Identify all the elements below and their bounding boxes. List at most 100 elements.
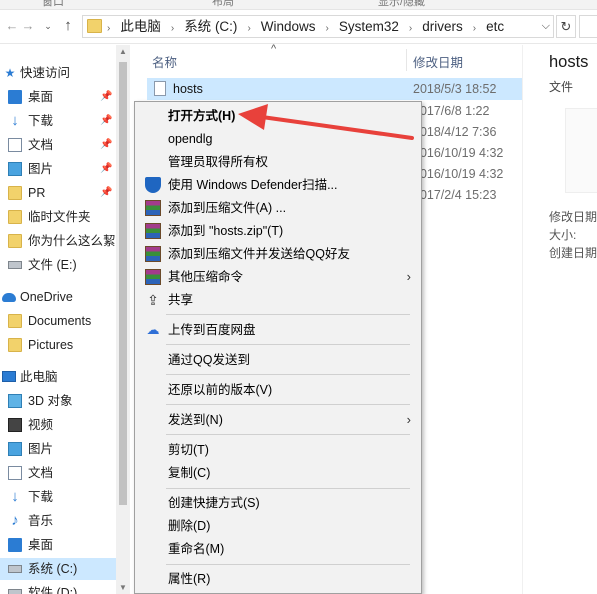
menu-item-opendlg[interactable]: opendlg (137, 128, 419, 150)
baidu-netdisk-icon: ☁ (146, 322, 160, 337)
breadcrumb: › 此电脑 › 系统 (C:) › Windows › System32 › drivers › et… (107, 19, 505, 34)
winrar-icon (145, 246, 161, 262)
menu-item-cut[interactable]: 剪切(T) (137, 439, 419, 461)
sidebar-scrollbar[interactable]: ▲ ▼ (116, 45, 130, 594)
winrar-icon (145, 269, 161, 285)
ribbon-tab[interactable]: 窗口 (42, 0, 64, 9)
menu-item-send-to[interactable]: 发送到(N) › (137, 409, 419, 431)
menu-item-baidu-upload[interactable]: ☁ 上传到百度网盘 (137, 319, 419, 341)
breadcrumb-item[interactable]: etc (486, 19, 504, 34)
menu-item-share[interactable]: ⇪ 共享 (137, 289, 419, 311)
menu-separator (166, 314, 410, 315)
pin-icon[interactable]: 📌 (100, 110, 112, 132)
sidebar-item-pc-desktop[interactable]: 桌面 (0, 534, 116, 556)
search-box[interactable] (579, 15, 597, 38)
sidebar-item-drive-d[interactable]: 软件 (D:) (0, 582, 116, 594)
drive-icon (8, 261, 22, 269)
sidebar-item-temp-folder[interactable]: 临时文件夹 (0, 206, 116, 228)
download-icon: ↓ (11, 488, 19, 505)
menu-item-compress-send-qq[interactable]: 添加到压缩文件并发送给QQ好友 (137, 243, 419, 265)
menu-item-add-to-zip[interactable]: 添加到 "hosts.zip"(T) (137, 220, 419, 242)
column-header-date[interactable]: 修改日期 (413, 52, 463, 71)
scrollbar-thumb[interactable] (119, 62, 127, 505)
sidebar-item-onedrive-documents[interactable]: Documents (0, 310, 116, 332)
sidebar-item-desktop[interactable]: 桌面 📌 (0, 86, 116, 108)
pin-icon[interactable]: 📌 (100, 182, 112, 204)
chevron-down-icon[interactable]: ⌄ (40, 18, 56, 34)
videos-icon (8, 418, 22, 432)
details-modified-label: 修改日期 (549, 210, 597, 224)
menu-item-create-shortcut[interactable]: 创建快捷方式(S) (137, 492, 419, 514)
sidebar-item-pc-documents[interactable]: 文档 (0, 462, 116, 484)
breadcrumb-item[interactable]: System32 (339, 19, 399, 34)
sidebar-item-drive-c[interactable]: 系统 (C:) (0, 558, 116, 580)
menu-separator (166, 404, 410, 405)
ribbon-tab[interactable]: 布局 (212, 0, 234, 9)
pictures-icon (8, 162, 22, 176)
pictures-icon (8, 442, 22, 456)
details-type: 文件 (549, 80, 574, 94)
menu-separator (166, 374, 410, 375)
ribbon-tab[interactable]: 显示/隐藏 (378, 0, 425, 9)
windows-defender-icon (145, 177, 161, 193)
address-history-dropdown[interactable]: ⌵ (542, 16, 550, 37)
sidebar-item-onedrive-pictures[interactable]: Pictures (0, 334, 116, 356)
menu-item-delete[interactable]: 删除(D) (137, 515, 419, 537)
menu-item-open-with[interactable]: 打开方式(H) (137, 105, 419, 127)
address-toolbar: ← → ⌄ ↑ › 此电脑 › 系统 (C:) › Windows › System32 › dr… (0, 10, 597, 44)
sidebar-item-pr[interactable]: PR 📌 (0, 182, 116, 204)
column-divider[interactable] (406, 49, 407, 71)
menu-item-send-via-qq[interactable]: 通过QQ发送到 (137, 349, 419, 371)
sidebar-item-3d-objects[interactable]: 3D 对象 (0, 390, 116, 412)
sidebar-item-folder[interactable]: 你为什么这么絜 (0, 230, 116, 252)
file-icon (154, 81, 166, 96)
refresh-icon[interactable]: ↻ (556, 15, 576, 38)
menu-separator (166, 344, 410, 345)
sidebar-item-pictures[interactable]: 图片 📌 (0, 158, 116, 180)
breadcrumb-item[interactable]: 系统 (C:) (184, 19, 237, 34)
menu-item-take-ownership[interactable]: 管理员取得所有权 (137, 151, 419, 173)
file-row-hosts[interactable]: hosts 2018/5/3 18:52 (147, 78, 522, 100)
pin-icon[interactable]: 📌 (100, 158, 112, 180)
menu-item-restore-previous[interactable]: 还原以前的版本(V) (137, 379, 419, 401)
chevron-right-icon: › (406, 412, 411, 427)
pin-icon[interactable]: 📌 (100, 134, 112, 156)
sidebar-item-downloads[interactable]: ↓ 下载 📌 (0, 110, 116, 132)
sidebar-item-videos[interactable]: 视频 (0, 414, 116, 436)
sidebar-item-drive-e[interactable]: 文件 (E:) (0, 254, 116, 276)
menu-item-other-compress[interactable]: 其他压缩命令 › (137, 266, 419, 288)
sidebar-item-this-pc[interactable]: 此电脑 (0, 366, 116, 388)
download-icon: ↓ (11, 112, 19, 129)
breadcrumb-item[interactable]: drivers (422, 19, 463, 34)
computer-icon (2, 371, 16, 382)
breadcrumb-item[interactable]: 此电脑 (120, 19, 161, 34)
menu-item-add-to-archive[interactable]: 添加到压缩文件(A) ... (137, 197, 419, 219)
pin-icon[interactable]: 📌 (100, 86, 112, 108)
scroll-down-icon[interactable]: ▼ (116, 583, 130, 592)
forward-arrow-icon[interactable]: → (20, 18, 36, 34)
menu-item-defender-scan[interactable]: 使用 Windows Defender扫描... (137, 174, 419, 196)
folder-icon (8, 234, 22, 248)
system-drive-icon (8, 565, 22, 573)
menu-item-rename[interactable]: 重命名(M) (137, 538, 419, 560)
menu-item-copy[interactable]: 复制(C) (137, 462, 419, 484)
sidebar-item-pc-downloads[interactable]: ↓ 下载 (0, 486, 116, 508)
sidebar-item-onedrive[interactable]: OneDrive (0, 286, 116, 308)
folder-icon (8, 210, 22, 224)
up-arrow-icon[interactable]: ↑ (60, 18, 76, 34)
menu-item-properties[interactable]: 属性(R) (137, 568, 419, 590)
sidebar-item-documents[interactable]: 文档 📌 (0, 134, 116, 156)
breadcrumb-item[interactable]: Windows (261, 19, 316, 34)
sidebar-item-quick-access[interactable]: ★ 快速访问 (0, 62, 116, 84)
documents-icon (8, 466, 22, 480)
scroll-up-icon[interactable]: ▲ (116, 47, 130, 56)
menu-separator (166, 564, 410, 565)
share-icon: ⇪ (147, 292, 159, 308)
navigation-pane: ★ 快速访问 桌面 📌 ↓ 下载 📌 文档 📌 图片 📌 PR 📌 临时文件夹 … (0, 45, 116, 594)
sidebar-item-music[interactable]: ♪ 音乐 (0, 510, 116, 532)
back-arrow-icon[interactable]: ← (4, 18, 20, 34)
address-bar[interactable]: › 此电脑 › 系统 (C:) › Windows › System32 › drivers › et… (82, 15, 554, 38)
column-header-name[interactable]: 名称 (152, 52, 177, 71)
sidebar-item-pc-pictures[interactable]: 图片 (0, 438, 116, 460)
folder-icon (8, 314, 22, 328)
